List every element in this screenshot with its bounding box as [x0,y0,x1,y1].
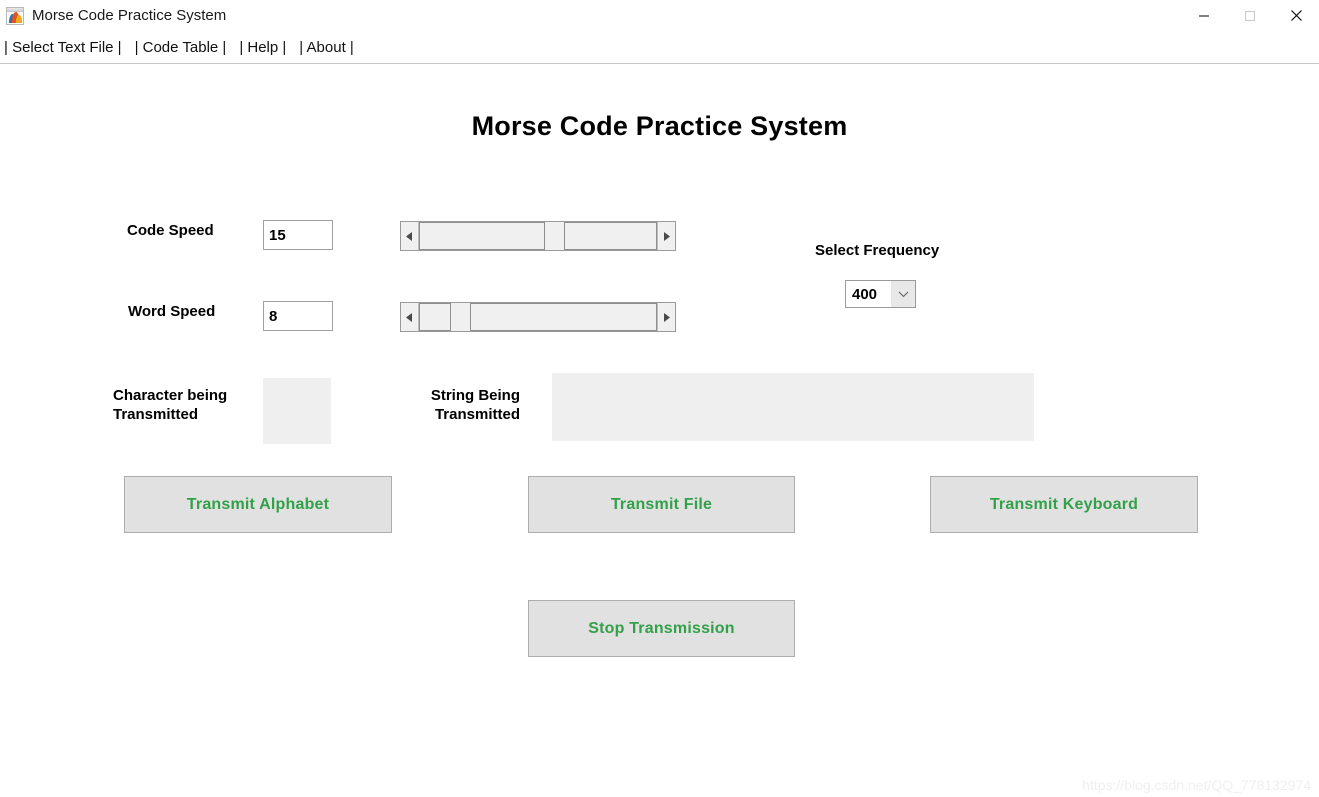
page-title: Morse Code Practice System [471,111,848,141]
code-speed-slider-left-arrow[interactable] [401,222,419,250]
title-bar-left: Morse Code Practice System [6,0,226,31]
matlab-membrane-icon [6,6,24,25]
code-speed-input[interactable]: 15 [263,220,333,250]
title-bar: Morse Code Practice System [0,0,1319,31]
menu-item-code-table[interactable]: | Code Table | [134,39,228,56]
chevron-down-glyph [898,291,908,298]
word-speed-slider-left-arrow[interactable] [401,303,419,331]
transmit-file-button[interactable]: Transmit File [528,476,795,533]
word-speed-input[interactable]: 8 [263,301,333,331]
window-controls [1181,0,1319,31]
word-speed-slider-thumb[interactable] [419,303,451,331]
triangle-right-icon [664,231,670,241]
close-button[interactable] [1273,0,1319,31]
code-speed-slider[interactable] [400,221,676,251]
code-speed-slider-thumb[interactable] [419,222,545,250]
chevron-down-icon[interactable] [891,281,915,307]
triangle-left-icon [406,312,412,322]
minimize-button[interactable] [1181,0,1227,31]
stop-transmission-button[interactable]: Stop Transmission [528,600,795,657]
triangle-right-icon [664,312,670,322]
code-speed-slider-right-arrow[interactable] [657,222,675,250]
code-speed-label: Code Speed [127,222,214,239]
character-label-line-2: Transmitted [113,406,199,423]
menu-item-select-text-file[interactable]: | Select Text File | [3,39,123,56]
word-speed-slider-rest[interactable] [470,303,657,331]
menu-item-help[interactable]: | Help | [238,39,287,56]
maximize-button[interactable] [1227,0,1273,31]
word-speed-label: Word Speed [128,303,216,320]
main-canvas: Morse Code Practice System Code Speed 15… [0,64,1319,797]
character-being-transmitted-display [263,378,331,444]
string-label-line-2: Transmitted [434,406,520,423]
frequency-selected-value: 400 [852,285,878,303]
word-speed-slider[interactable] [400,302,676,332]
window-title: Morse Code Practice System [32,7,227,24]
character-label-line-1: Character being [113,387,228,404]
transmit-keyboard-button[interactable]: Transmit Keyboard [930,476,1198,533]
word-speed-slider-track[interactable] [419,303,657,331]
triangle-left-icon [406,231,412,241]
select-frequency-label: Select Frequency [815,242,940,259]
code-speed-slider-track[interactable] [419,222,657,250]
frequency-dropdown[interactable]: 400 [845,280,916,308]
string-being-transmitted-label: String Being Transmitted [370,386,520,424]
menu-bar: | Select Text File | | Code Table | | He… [0,31,1319,64]
code-speed-slider-rest[interactable] [564,222,657,250]
word-speed-slider-right-arrow[interactable] [657,303,675,331]
transmit-alphabet-button[interactable]: Transmit Alphabet [124,476,392,533]
maximize-icon [1244,10,1256,21]
minimize-icon [1199,14,1209,17]
close-icon [1290,10,1302,21]
character-being-transmitted-label: Character being Transmitted [113,386,227,424]
string-being-transmitted-display [552,373,1034,441]
watermark: https://blog.csdn.net/QQ_778132974 [1082,777,1311,793]
menu-item-about[interactable]: | About | [298,39,355,56]
string-label-line-1: String Being [430,387,520,404]
